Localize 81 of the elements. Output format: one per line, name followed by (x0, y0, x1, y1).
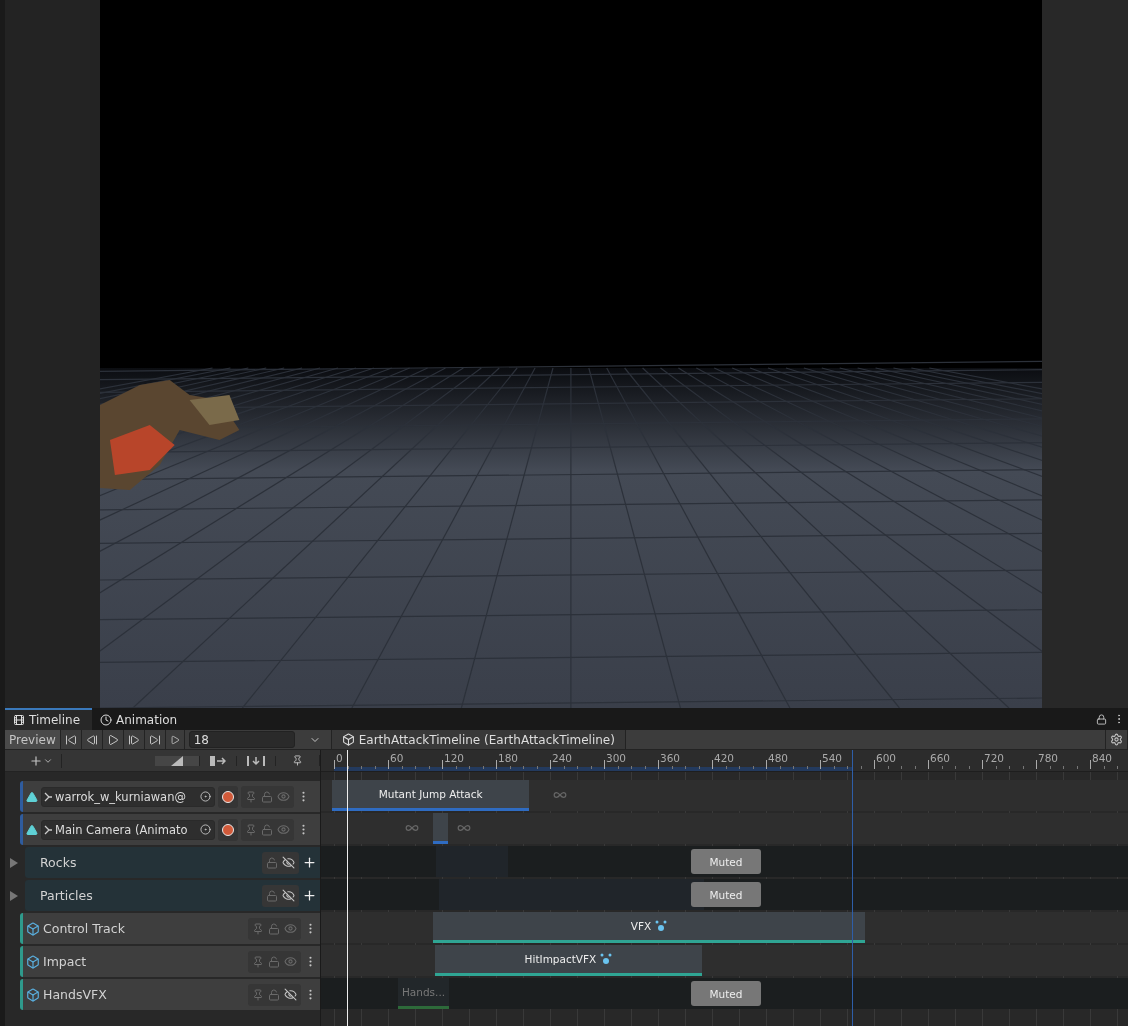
wedge-icon (171, 755, 183, 766)
clip[interactable] (435, 846, 508, 877)
eye-off-icon[interactable] (280, 889, 297, 902)
pin-icon (292, 755, 303, 766)
record-button[interactable] (218, 785, 238, 808)
animation-track-icon (26, 823, 38, 836)
target-icon[interactable] (199, 824, 212, 835)
eye-off-icon[interactable] (280, 856, 297, 869)
tab[interactable]: Animation (92, 708, 190, 730)
expand-icon[interactable] (9, 890, 19, 901)
settings-button[interactable] (1105, 730, 1128, 749)
muted-badge: Muted (691, 849, 761, 874)
tick-label: 600 (876, 752, 897, 764)
step-forward-icon (127, 733, 140, 746)
droplets-icon (655, 920, 668, 932)
breadcrumb[interactable]: EarthAttackTimeline (EarthAttackTimeline) (331, 730, 626, 749)
muted-badge: Muted (691, 981, 761, 1006)
film-icon (13, 714, 25, 726)
tick-label: 480 (768, 752, 789, 764)
clip[interactable]: HitImpactVFX (434, 945, 703, 976)
tick-label: 840 (1092, 752, 1113, 764)
link-icon (44, 824, 53, 835)
target-icon[interactable] (199, 791, 212, 802)
eye-off-icon[interactable] (282, 988, 299, 1001)
cube-icon (341, 733, 355, 746)
clock-icon (100, 714, 113, 726)
clip[interactable]: Mutant Jump Attack (332, 780, 530, 811)
tick-label: 0 (336, 752, 343, 764)
preview-button[interactable]: Preview (5, 730, 61, 749)
tick-label: 240 (552, 752, 573, 764)
track-header[interactable]: Impact (20, 946, 320, 977)
tick-label: 420 (714, 752, 735, 764)
track-header[interactable]: warrok_w_kurniawan@ (20, 781, 320, 812)
eye-icon[interactable] (275, 790, 292, 803)
skip-forward-icon (148, 733, 161, 746)
time-ruler[interactable]: 0 60 120 180 240 300 360 420 480 540 600 660 720 780 840 (321, 750, 1128, 772)
tick-label: 180 (498, 752, 519, 764)
tick-label: 660 (930, 752, 951, 764)
tick-label: 720 (984, 752, 1005, 764)
ripple-button[interactable] (155, 755, 200, 766)
tick-label: 540 (822, 752, 843, 764)
muted-badge: Muted (691, 882, 761, 907)
track-header[interactable]: Particles (25, 880, 320, 911)
tick-label: 300 (606, 752, 627, 764)
clip[interactable] (439, 879, 704, 910)
link-icon (44, 791, 53, 802)
tick-label: 60 (390, 752, 404, 764)
record-button[interactable] (218, 818, 238, 841)
track-header[interactable]: Main Camera (Animato (20, 814, 320, 845)
skip-back-icon (64, 733, 77, 746)
insert-icon (247, 755, 265, 766)
tick-label: 120 (444, 752, 465, 764)
plus-icon (29, 753, 43, 768)
add-icon[interactable] (302, 888, 317, 903)
droplets-icon (600, 953, 613, 965)
animation-track-icon (26, 790, 38, 803)
play-icon (169, 734, 180, 745)
track-header[interactable]: Rocks (25, 847, 320, 878)
object-field[interactable]: warrok_w_kurniawan@ (41, 786, 215, 807)
end-marker[interactable] (852, 750, 854, 1026)
expand-icon[interactable] (9, 857, 19, 868)
tick-label: 360 (660, 752, 681, 764)
settings-icon (1110, 733, 1123, 746)
frame-field[interactable]: 18 (188, 731, 295, 748)
eye-icon[interactable] (282, 955, 299, 968)
object-field[interactable]: Main Camera (Animato (41, 819, 215, 840)
eye-icon[interactable] (275, 823, 292, 836)
eye-icon[interactable] (282, 922, 299, 935)
cube-icon (26, 987, 40, 1002)
snap-icon (210, 755, 226, 766)
cube-icon (26, 921, 40, 936)
clip[interactable] (433, 813, 449, 844)
play-icon (106, 733, 119, 746)
step-back-icon (85, 733, 98, 746)
clip[interactable]: VFX (433, 912, 865, 943)
add-icon[interactable] (302, 855, 317, 870)
track-header[interactable]: Control Track (20, 913, 320, 944)
track-header[interactable]: HandsVFX (20, 979, 320, 1010)
tick-label: 780 (1038, 752, 1059, 764)
tab[interactable]: Timeline (5, 708, 93, 730)
cube-icon (26, 954, 40, 969)
